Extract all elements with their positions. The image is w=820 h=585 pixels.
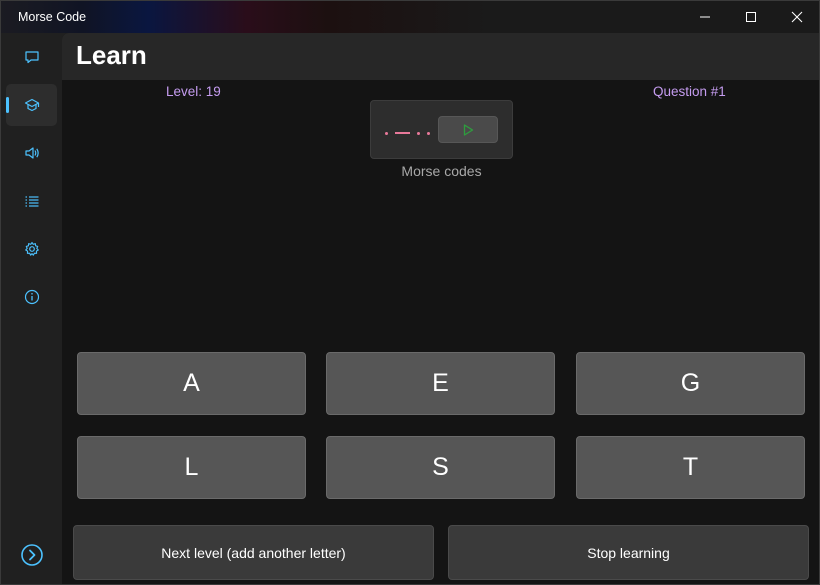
sidebar-item-list[interactable] [6, 180, 57, 222]
letter-button-l[interactable]: L [77, 436, 306, 499]
morse-code-panel [370, 100, 513, 159]
app-title: Morse Code [18, 10, 87, 24]
play-button[interactable] [438, 116, 498, 143]
sidebar-item-sound[interactable] [6, 132, 57, 174]
sidebar-item-learn[interactable] [6, 84, 57, 126]
page-title: Learn [76, 40, 147, 70]
list-icon [25, 196, 38, 207]
learn-icon [24, 98, 39, 112]
close-button[interactable] [774, 1, 819, 33]
morse-dash [395, 132, 410, 134]
next-level-button[interactable]: Next level (add another letter) [73, 525, 434, 580]
maximize-button[interactable] [728, 1, 774, 33]
letter-button-g[interactable]: G [576, 352, 805, 415]
stop-learning-button[interactable]: Stop learning [448, 525, 809, 580]
app-window: Morse Code Learn Level: 19 Question #1 M… [0, 0, 820, 585]
sidebar-item-about[interactable] [6, 276, 57, 318]
info-icon [24, 289, 39, 305]
title-bar: Morse Code [1, 1, 819, 33]
selection-indicator [6, 97, 9, 113]
speaker-icon [24, 147, 39, 159]
chat-icon [24, 51, 39, 64]
page-header: Learn [62, 33, 819, 80]
minimize-button[interactable] [682, 1, 728, 33]
morse-caption: Morse codes [401, 163, 482, 179]
morse-pattern [385, 123, 437, 143]
sidebar-expand-button[interactable] [6, 534, 57, 576]
minimize-icon [700, 16, 710, 18]
maximize-icon [746, 12, 756, 22]
sidebar-item-chat[interactable] [6, 36, 57, 78]
morse-dot [385, 131, 388, 135]
letter-button-s[interactable]: S [326, 436, 555, 499]
main-content: Learn Level: 19 Question #1 Morse codes … [62, 33, 819, 584]
play-icon [463, 123, 474, 136]
sidebar-item-settings[interactable] [6, 228, 57, 270]
sidebar [1, 33, 61, 584]
close-icon [791, 11, 803, 23]
letter-button-t[interactable]: T [576, 436, 805, 499]
level-label: Level: 19 [166, 84, 221, 99]
question-label: Question #1 [653, 84, 726, 99]
morse-dot [427, 131, 430, 135]
morse-dot [417, 131, 420, 135]
gear-icon [24, 241, 39, 256]
chevron-right-circle-icon [20, 544, 43, 566]
letter-button-e[interactable]: E [326, 352, 555, 415]
letter-button-a[interactable]: A [77, 352, 306, 415]
